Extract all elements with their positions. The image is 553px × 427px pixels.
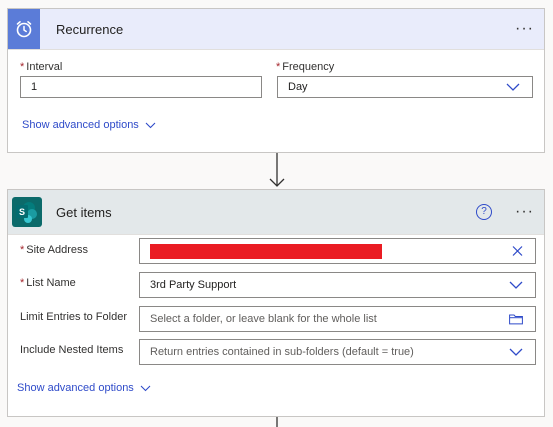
redacted-site-address bbox=[150, 243, 382, 259]
site-address-input[interactable] bbox=[139, 238, 536, 264]
frequency-select[interactable]: Day bbox=[277, 76, 533, 98]
list-name-select[interactable]: 3rd Party Support bbox=[139, 272, 536, 298]
nested-items-select[interactable]: Return entries contained in sub-folders … bbox=[139, 339, 536, 365]
get-items-header[interactable]: S Get items ? ··· bbox=[8, 190, 544, 235]
get-items-title: Get items bbox=[56, 204, 112, 220]
nested-items-placeholder: Return entries contained in sub-folders … bbox=[150, 346, 414, 358]
get-items-card: S Get items ? ··· * Site Address * List Na… bbox=[7, 189, 545, 417]
site-address-label: * Site Address bbox=[20, 244, 89, 256]
chevron-down-icon bbox=[140, 385, 151, 391]
recurrence-icon bbox=[8, 9, 40, 49]
interval-input[interactable]: 1 bbox=[20, 76, 262, 98]
recurrence-more-button[interactable]: ··· bbox=[515, 20, 534, 38]
frequency-label: * Frequency bbox=[276, 61, 335, 73]
interval-label: * Interval bbox=[20, 61, 63, 73]
recurrence-header[interactable]: Recurrence ··· bbox=[8, 9, 544, 50]
limit-folder-input[interactable]: Select a folder, or leave blank for the … bbox=[139, 306, 536, 332]
help-icon[interactable]: ? bbox=[476, 204, 492, 220]
sharepoint-icon: S bbox=[12, 197, 42, 227]
folder-icon[interactable] bbox=[509, 314, 523, 325]
chevron-down-icon bbox=[509, 348, 523, 356]
recurrence-title: Recurrence bbox=[56, 21, 124, 37]
nested-items-label: Include Nested Items bbox=[20, 344, 124, 356]
get-items-show-advanced-options[interactable]: Show advanced options bbox=[17, 382, 151, 394]
chevron-down-icon bbox=[145, 122, 156, 128]
get-items-advanced-label: Show advanced options bbox=[17, 382, 134, 394]
limit-folder-placeholder: Select a folder, or leave blank for the … bbox=[150, 313, 377, 325]
list-name-value: 3rd Party Support bbox=[150, 279, 237, 291]
chevron-down-icon bbox=[509, 281, 523, 289]
recurrence-advanced-label: Show advanced options bbox=[22, 119, 139, 131]
flow-connector bbox=[276, 417, 278, 427]
interval-value: 1 bbox=[31, 81, 38, 93]
limit-folder-label: Limit Entries to Folder bbox=[20, 311, 127, 323]
list-name-label: * List Name bbox=[20, 277, 76, 289]
flow-arrow-icon bbox=[269, 153, 285, 187]
recurrence-card: Recurrence ··· * Interval 1 * Frequency Da… bbox=[7, 8, 545, 153]
recurrence-show-advanced-options[interactable]: Show advanced options bbox=[22, 119, 156, 131]
svg-text:S: S bbox=[19, 207, 25, 217]
chevron-down-icon bbox=[506, 83, 520, 91]
frequency-value: Day bbox=[288, 81, 308, 93]
clear-icon[interactable] bbox=[512, 246, 523, 257]
get-items-more-button[interactable]: ··· bbox=[515, 203, 534, 221]
